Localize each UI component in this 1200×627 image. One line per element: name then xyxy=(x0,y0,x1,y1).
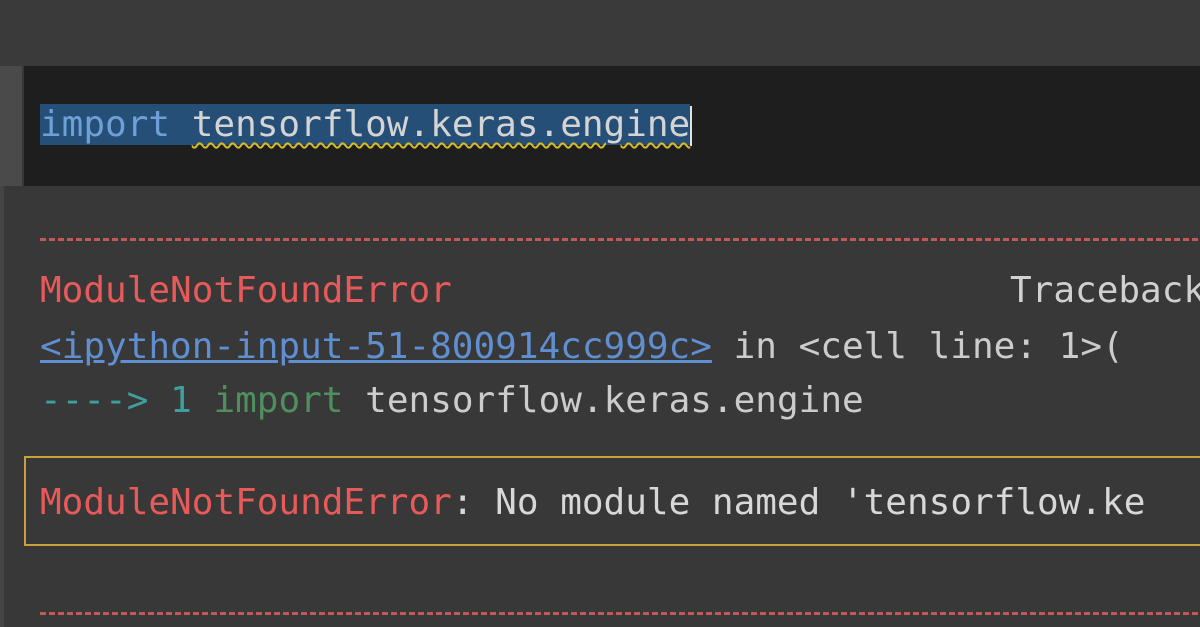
text-cursor xyxy=(690,106,693,146)
top-strip xyxy=(0,0,1200,66)
error-type: ModuleNotFoundError xyxy=(40,270,452,311)
location-in-text: in xyxy=(711,326,799,367)
separator-bottom xyxy=(40,612,1200,615)
traceback-import-keyword: import xyxy=(213,380,344,421)
traceback-location: <ipython-input-51-800914cc999c> in <cell… xyxy=(40,322,1124,372)
traceback-module: tensorflow.keras.engine xyxy=(365,380,864,421)
cell-gutter[interactable] xyxy=(0,66,22,186)
code-line[interactable]: import tensorflow.keras.engine xyxy=(40,98,693,152)
traceback-label: Traceback xyxy=(1010,270,1200,311)
error-message-box: ModuleNotFoundError: No module named 'te… xyxy=(24,456,1200,546)
traceback-line-number: 1 xyxy=(170,380,192,421)
ipython-input-link[interactable]: <ipython-input-51-800914cc999c> xyxy=(40,326,712,367)
code-cell-editor[interactable]: import tensorflow.keras.engine xyxy=(24,66,1200,186)
separator-top xyxy=(40,238,1200,241)
traceback-code-line: ----> 1 import tensorflow.keras.engine xyxy=(40,376,864,426)
error-separator: : xyxy=(451,482,474,523)
error-message-text: No module named 'tensorflow.ke xyxy=(473,482,1146,523)
module-name: tensorflow.keras.engine xyxy=(191,104,691,145)
location-cell-text: <cell line: 1>( xyxy=(798,326,1124,367)
text-selection: import tensorflow.keras.engine xyxy=(40,104,691,145)
error-message: ModuleNotFoundError: No module named 'te… xyxy=(40,478,1145,528)
error-message-type: ModuleNotFoundError xyxy=(40,482,452,523)
cell-output: ModuleNotFoundError Traceback <ipython-i… xyxy=(24,186,1200,627)
import-keyword: import xyxy=(40,104,171,145)
notebook-page: import tensorflow.keras.engine ModuleNot… xyxy=(0,0,1200,627)
error-header: ModuleNotFoundError xyxy=(40,266,452,316)
traceback-arrow: ----> xyxy=(40,380,149,421)
output-left-bar xyxy=(0,186,4,627)
